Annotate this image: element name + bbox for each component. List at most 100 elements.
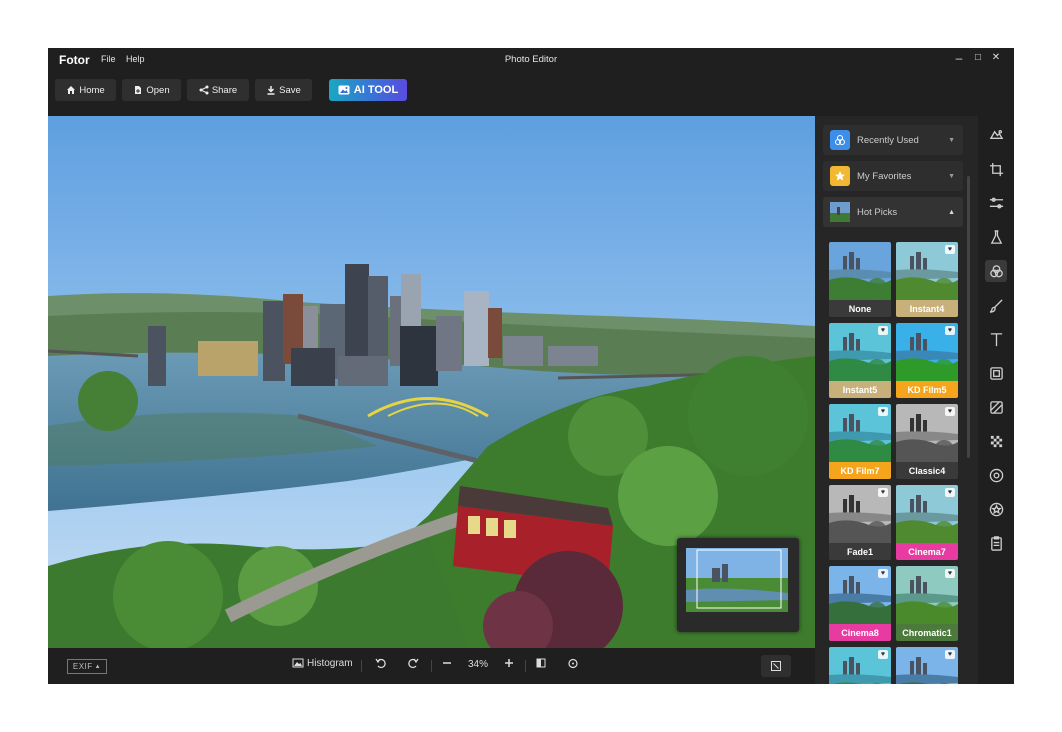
maximize-button[interactable]: □ [970, 52, 986, 63]
divider [361, 660, 362, 672]
adjust-tool-button[interactable] [985, 192, 1007, 214]
tool-rail [978, 116, 1014, 684]
home-button[interactable]: Home [55, 79, 116, 101]
photo-canvas[interactable] [48, 116, 815, 648]
ai-image-icon [338, 85, 350, 95]
compare-button[interactable] [535, 657, 547, 669]
brush-tool-button[interactable] [985, 294, 1007, 316]
ai-tool-button[interactable]: AI TOOL [329, 79, 407, 101]
save-label: Save [279, 84, 301, 96]
filter-label: Instant4 [896, 300, 958, 317]
beauty-icon [990, 229, 1002, 244]
undo-button[interactable] [375, 657, 387, 669]
panel-scrollbar[interactable] [967, 176, 970, 458]
histogram-button[interactable]: Histogram [292, 657, 353, 669]
filter-tile[interactable]: Cinema7 ♥ [896, 485, 958, 560]
filter-preview [829, 242, 891, 300]
filter-label: Instant5 [829, 381, 891, 398]
stamp-icon [989, 502, 1003, 516]
heart-icon[interactable]: ♥ [878, 650, 888, 659]
clipboard-tool-button[interactable] [985, 532, 1007, 554]
section-my-favorites[interactable]: My Favorites ▼ [823, 161, 963, 191]
close-button[interactable]: ✕ [988, 52, 1004, 63]
filter-tile[interactable]: Instant4 ♥ [896, 242, 958, 317]
chevron-up-icon: ▲ [948, 208, 955, 216]
section-hot-picks[interactable]: Hot Picks ▲ [823, 197, 963, 227]
filter-tile[interactable]: Instant5 ♥ [829, 323, 891, 398]
app-window: Fotor File Help Photo Editor – □ ✕ Home … [48, 48, 1014, 684]
section-label: Hot Picks [857, 206, 898, 218]
filter-tile[interactable]: Fade1 ♥ [829, 485, 891, 560]
filter-tile[interactable]: Chromatic1 ♥ [896, 566, 958, 641]
zoom-in-button[interactable] [503, 657, 515, 669]
save-button[interactable]: Save [255, 79, 312, 101]
heart-icon[interactable]: ♥ [945, 569, 955, 578]
heart-icon[interactable]: ♥ [945, 650, 955, 659]
elements-tool-button[interactable] [985, 464, 1007, 486]
section-label: My Favorites [857, 170, 912, 182]
filter-tile[interactable]: KD Film5 ♥ [896, 323, 958, 398]
beauty-tool-button[interactable] [985, 226, 1007, 248]
histogram-label: Histogram [307, 657, 353, 669]
filter-tile[interactable]: Classic4 ♥ [896, 404, 958, 479]
expand-icon [771, 661, 781, 671]
heart-icon[interactable]: ♥ [945, 407, 955, 416]
frame-tool-button[interactable] [985, 362, 1007, 384]
stamp-tool-button[interactable] [985, 498, 1007, 520]
filters-icon [989, 264, 1003, 277]
text-icon [990, 332, 1002, 346]
navigator-thumbnail[interactable] [677, 538, 799, 632]
exif-button[interactable]: EXIF ▲ [67, 659, 107, 674]
filter-tile[interactable]: ♥ [896, 647, 958, 684]
share-label: Share [211, 84, 238, 96]
open-label: Open [146, 84, 170, 96]
mosaic-tool-button[interactable] [985, 430, 1007, 452]
minimize-button[interactable]: – [951, 51, 967, 65]
undo-icon [375, 658, 386, 669]
filter-tile[interactable]: None [829, 242, 891, 317]
reset-button[interactable] [567, 657, 579, 669]
heart-icon[interactable]: ♥ [878, 569, 888, 578]
home-label: Home [79, 84, 105, 96]
heart-icon[interactable]: ♥ [878, 407, 888, 416]
clipboard-icon [990, 535, 1002, 551]
filter-tile[interactable]: ♥ [829, 647, 891, 684]
filter-panel: Recently Used ▼ My Favorites ▼ Hot Picks… [815, 116, 978, 684]
zoom-out-button[interactable] [441, 657, 453, 669]
heart-icon[interactable]: ♥ [945, 488, 955, 497]
fullscreen-button[interactable] [761, 655, 791, 677]
filters-tool-button[interactable] [985, 260, 1007, 282]
caret-up-icon: ▲ [94, 663, 102, 670]
share-button[interactable]: Share [187, 79, 249, 101]
sticker-tool-button[interactable] [985, 396, 1007, 418]
brush-icon [989, 298, 1003, 313]
redo-icon [408, 658, 419, 669]
heart-icon[interactable]: ♥ [945, 326, 955, 335]
sticker-icon [989, 400, 1003, 414]
open-button[interactable]: Open [122, 79, 181, 101]
filter-label: KD Film5 [896, 381, 958, 398]
redo-button[interactable] [407, 657, 419, 669]
section-recently-used[interactable]: Recently Used ▼ [823, 125, 963, 155]
chevron-down-icon: ▼ [948, 136, 955, 144]
heart-icon[interactable]: ♥ [878, 488, 888, 497]
text-tool-button[interactable] [985, 328, 1007, 350]
heart-icon[interactable]: ♥ [878, 326, 888, 335]
heart-icon[interactable]: ♥ [945, 245, 955, 254]
ai-tool-label: AI TOOL [353, 84, 399, 96]
filter-label: Chromatic1 [896, 624, 958, 641]
elements-icon [989, 468, 1003, 482]
mosaic-icon [990, 435, 1002, 447]
title-bar: Fotor File Help Photo Editor – □ ✕ [48, 48, 1014, 72]
crop-tool-button[interactable] [985, 158, 1007, 180]
compare-icon [536, 658, 546, 668]
ai-cloud-tool-button[interactable] [985, 124, 1007, 146]
section-label: Recently Used [857, 134, 919, 146]
filter-label: Classic4 [896, 462, 958, 479]
plus-icon [505, 659, 513, 667]
filter-label: None [829, 300, 891, 317]
filter-tile[interactable]: Cinema8 ♥ [829, 566, 891, 641]
filter-tile[interactable]: KD Film7 ♥ [829, 404, 891, 479]
star-icon [830, 166, 850, 186]
crop-icon [989, 162, 1003, 176]
